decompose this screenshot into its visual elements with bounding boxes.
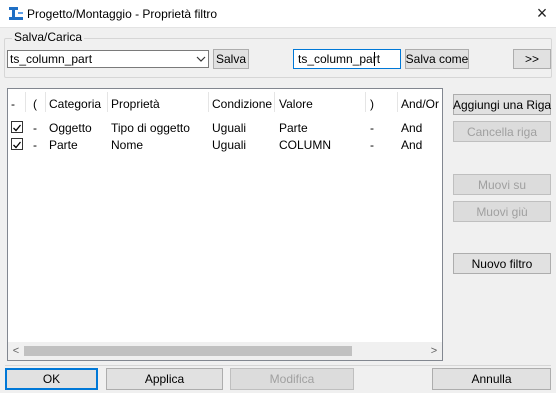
filter-select-value: ts_column_part (10, 52, 93, 66)
header-divider (397, 92, 398, 112)
ok-button[interactable]: OK (5, 368, 98, 390)
window-title: Progetto/Montaggio - Proprietà filtro (27, 7, 218, 21)
row-categoria[interactable]: Parte (49, 138, 78, 152)
row-valore[interactable]: COLUMN (279, 138, 331, 152)
header-open-paren: ( (33, 97, 37, 111)
header-condizione: Condizione (212, 97, 273, 111)
row-open-paren[interactable]: - (33, 121, 37, 135)
save-as-button[interactable]: Salva come (405, 49, 469, 69)
apply-button[interactable]: Applica (106, 368, 223, 390)
delete-row-button[interactable]: Cancella riga (453, 121, 551, 142)
scroll-left-icon[interactable]: < (9, 343, 23, 359)
checkmark-icon (13, 141, 22, 149)
row-condizione[interactable]: Uguali (212, 138, 246, 152)
header-divider (208, 92, 209, 112)
bottom-divider (5, 365, 551, 366)
close-icon[interactable]: × (532, 3, 552, 23)
row-proprieta[interactable]: Tipo di oggetto (111, 121, 190, 135)
header-divider (45, 92, 46, 112)
row-open-paren[interactable]: - (33, 138, 37, 152)
row-close-paren[interactable]: - (370, 138, 374, 152)
text-caret (374, 52, 375, 66)
header-divider (274, 92, 275, 112)
move-up-button[interactable]: Muovi su (453, 174, 551, 195)
save-load-group-label: Salva/Carica (12, 30, 85, 44)
header-divider (365, 92, 366, 112)
header-valore: Valore (279, 97, 313, 111)
row-proprieta[interactable]: Nome (111, 138, 143, 152)
row-close-paren[interactable]: - (370, 121, 374, 135)
row-and-or[interactable]: And (401, 121, 422, 135)
expand-button[interactable]: >> (513, 49, 551, 69)
save-button[interactable]: Salva (213, 49, 249, 69)
row-checkbox[interactable] (11, 138, 23, 150)
move-down-button[interactable]: Muovi giù (453, 201, 551, 222)
chevron-down-icon[interactable] (195, 52, 207, 66)
row-checkbox[interactable] (11, 121, 23, 133)
checkmark-icon (13, 124, 22, 132)
filter-name-value: ts_column_part (298, 52, 381, 66)
header-categoria: Categoria (49, 97, 102, 111)
row-valore[interactable]: Parte (279, 121, 308, 135)
scroll-right-icon[interactable]: > (427, 343, 441, 359)
header-close-paren: ) (370, 97, 374, 111)
app-icon (9, 7, 23, 20)
modify-button[interactable]: Modifica (230, 368, 354, 390)
row-and-or[interactable]: And (401, 138, 422, 152)
add-row-button[interactable]: Aggiungi una Riga (453, 94, 551, 115)
header-dash: - (11, 97, 15, 111)
row-categoria[interactable]: Oggetto (49, 121, 92, 135)
header-divider (25, 92, 26, 112)
header-divider (107, 92, 108, 112)
header-proprieta: Proprietà (111, 97, 160, 111)
new-filter-button[interactable]: Nuovo filtro (453, 253, 551, 274)
row-condizione[interactable]: Uguali (212, 121, 246, 135)
header-and-or: And/Or (401, 97, 440, 111)
cancel-button[interactable]: Annulla (432, 368, 551, 390)
scrollbar-thumb[interactable] (24, 346, 352, 356)
